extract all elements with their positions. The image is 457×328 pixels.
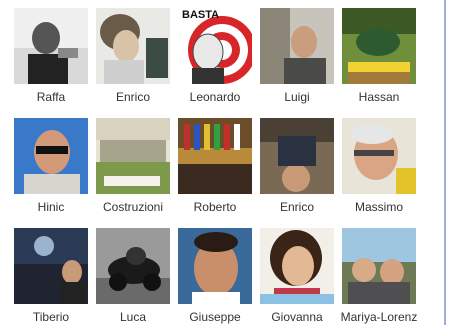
friend-name[interactable]: Hinic xyxy=(9,200,93,214)
friend-name[interactable]: Enrico xyxy=(255,200,339,214)
panel-border xyxy=(444,0,446,325)
friend-card[interactable]: Giovanna xyxy=(255,220,337,328)
friend-card[interactable]: Roberto xyxy=(173,110,255,218)
friend-photo[interactable] xyxy=(96,228,170,304)
friend-card[interactable]: Tiberio xyxy=(9,220,91,328)
friend-name[interactable]: Raffa xyxy=(9,90,93,104)
friend-photo[interactable] xyxy=(178,118,252,194)
friend-card[interactable]: Costruzioni xyxy=(91,110,173,218)
friend-card[interactable]: Enrico xyxy=(255,110,337,218)
friend-photo[interactable] xyxy=(260,118,334,194)
friend-photo[interactable] xyxy=(342,118,416,194)
friend-name[interactable]: Tiberio xyxy=(9,310,93,324)
friend-name[interactable]: Costruzioni xyxy=(91,200,175,214)
friend-photo[interactable] xyxy=(14,8,88,84)
friend-photo[interactable] xyxy=(14,118,88,194)
friend-name[interactable]: Leonardo xyxy=(173,90,257,104)
friend-photo[interactable] xyxy=(342,8,416,84)
friend-card[interactable]: Raffa xyxy=(9,0,91,108)
friend-name[interactable]: Roberto xyxy=(173,200,257,214)
friend-card[interactable]: Hinic xyxy=(9,110,91,218)
friend-name[interactable]: Giovanna xyxy=(255,310,339,324)
friend-name[interactable]: Enrico xyxy=(91,90,175,104)
friend-name[interactable]: Mariya-Lorenz xyxy=(337,310,421,324)
banner-text: BASTA xyxy=(182,9,219,21)
friend-card[interactable]: Luca xyxy=(91,220,173,328)
friend-card[interactable]: Enrico xyxy=(91,0,173,108)
friend-name[interactable]: Giuseppe xyxy=(173,310,257,324)
friend-card[interactable]: Hassan xyxy=(337,0,419,108)
friend-photo[interactable] xyxy=(260,228,334,304)
friend-card[interactable]: Massimo xyxy=(337,110,419,218)
friend-photo[interactable] xyxy=(96,8,170,84)
friend-photo[interactable] xyxy=(96,118,170,194)
friend-card[interactable]: Luigi xyxy=(255,0,337,108)
friend-name[interactable]: Luca xyxy=(91,310,175,324)
friend-photo[interactable]: BASTA xyxy=(178,8,252,84)
friend-photo[interactable] xyxy=(260,8,334,84)
friend-photo[interactable] xyxy=(342,228,416,304)
friend-card[interactable]: BASTA Leonardo xyxy=(173,0,255,108)
friend-name[interactable]: Hassan xyxy=(337,90,421,104)
friend-card[interactable]: Giuseppe xyxy=(173,220,255,328)
friend-name[interactable]: Luigi xyxy=(255,90,339,104)
friend-photo[interactable] xyxy=(178,228,252,304)
friend-card[interactable]: Mariya-Lorenz xyxy=(337,220,419,328)
friend-photo[interactable] xyxy=(14,228,88,304)
friend-name[interactable]: Massimo xyxy=(337,200,421,214)
friends-grid: Raffa Enrico BASTA Leonardo Luigi Hassan… xyxy=(0,0,440,325)
